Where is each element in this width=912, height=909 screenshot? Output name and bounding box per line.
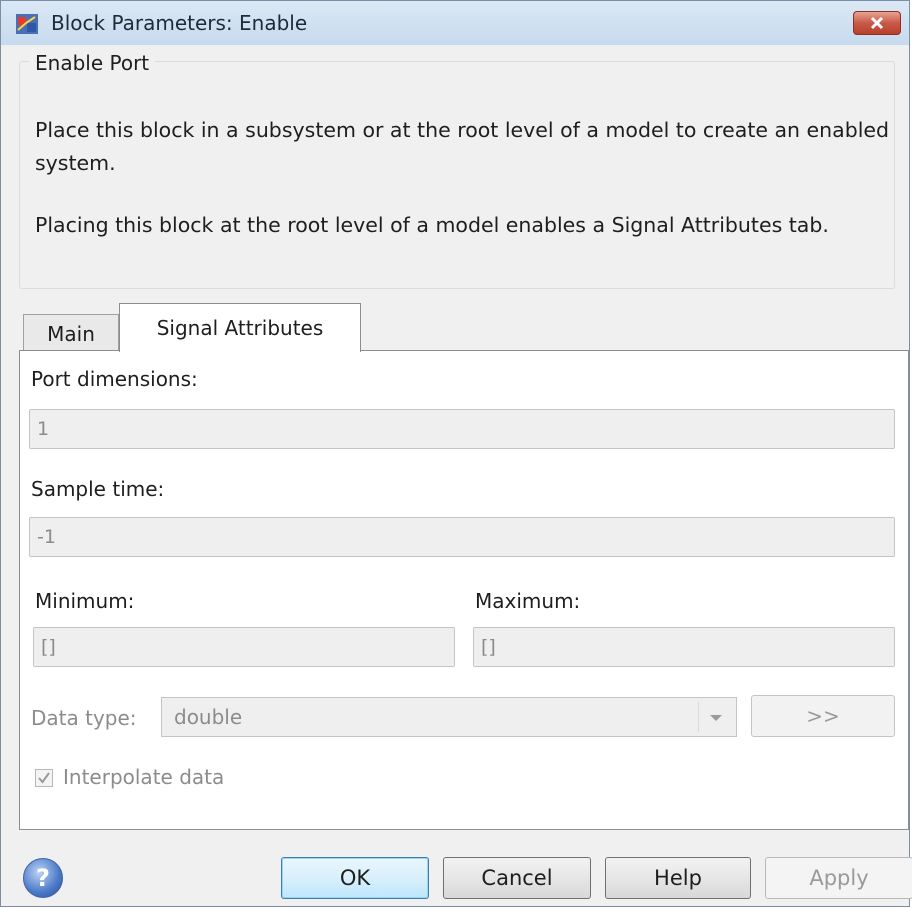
ok-button[interactable]: OK <box>281 857 429 899</box>
simulink-block-icon <box>16 14 38 34</box>
maximum-label: Maximum: <box>475 589 581 613</box>
question-icon[interactable]: ? <box>23 858 63 898</box>
port-dimensions-field[interactable]: 1 <box>29 409 895 449</box>
tab-main[interactable]: Main <box>23 314 119 350</box>
description-text-2: Placing this block at the root level of … <box>35 213 829 237</box>
cancel-button[interactable]: Cancel <box>443 857 591 899</box>
title-bar[interactable]: Block Parameters: Enable <box>1 1 909 45</box>
interpolate-checkbox[interactable] <box>35 769 53 787</box>
checkmark-icon <box>38 772 50 784</box>
sample-time-label: Sample time: <box>31 477 165 501</box>
interpolate-label: Interpolate data <box>63 765 225 789</box>
group-title: Enable Port <box>29 51 156 75</box>
dropdown-separator <box>698 702 699 732</box>
maximum-field[interactable]: [] <box>473 627 895 667</box>
tab-signal-attributes[interactable]: Signal Attributes <box>119 303 361 352</box>
apply-button[interactable]: Apply <box>765 857 912 899</box>
help-button[interactable]: Help <box>605 857 751 899</box>
close-button[interactable] <box>853 11 901 35</box>
data-type-value: double <box>174 705 243 729</box>
window-title: Block Parameters: Enable <box>51 11 308 35</box>
data-type-assistant-button[interactable]: >> <box>751 695 895 737</box>
minimum-label: Minimum: <box>35 589 135 613</box>
data-type-dropdown[interactable]: double <box>161 697 737 737</box>
port-dimensions-label: Port dimensions: <box>31 367 198 391</box>
dialog-window: Block Parameters: Enable Enable Port Pla… <box>0 0 912 907</box>
close-icon <box>870 16 884 30</box>
minimum-field[interactable]: [] <box>33 627 455 667</box>
data-type-label: Data type: <box>31 706 137 730</box>
chevron-down-icon <box>710 715 722 721</box>
description-text-1: Place this block in a subsystem or at th… <box>35 118 890 175</box>
sample-time-field[interactable]: -1 <box>29 517 895 557</box>
